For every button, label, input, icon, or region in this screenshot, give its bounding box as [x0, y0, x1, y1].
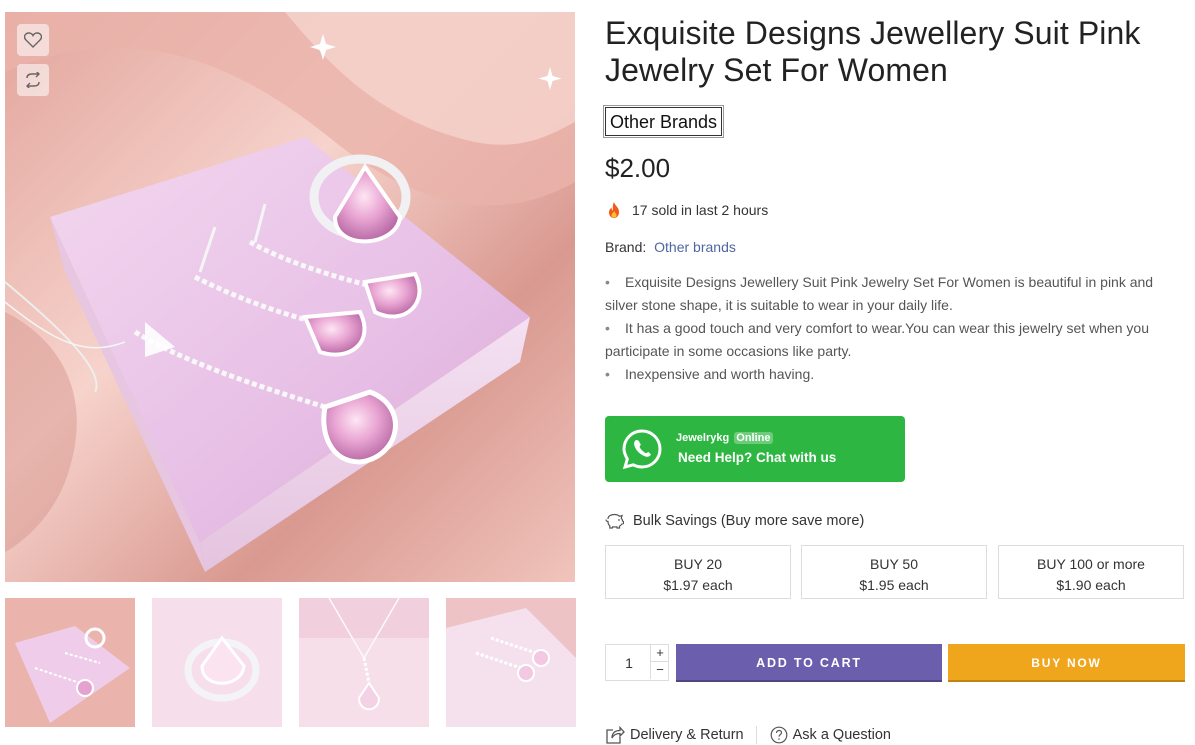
bullet: •	[605, 320, 610, 336]
thumbnail-2[interactable]	[152, 598, 282, 727]
compare-button[interactable]	[17, 64, 49, 96]
buy-now-button[interactable]: BUY NOW	[948, 644, 1185, 682]
thumbnail-strip	[5, 598, 576, 728]
share-box-icon	[606, 726, 625, 744]
jewelry-photo	[5, 12, 575, 582]
whatsapp-cta: Need Help? Chat with us	[678, 450, 837, 465]
question-circle-icon	[770, 726, 788, 744]
brand-line: Brand: Other brands	[605, 239, 1185, 259]
delivery-return-link[interactable]: Delivery & Return	[605, 726, 744, 744]
description-item: • Inexpensive and worth having.	[605, 363, 1180, 386]
thumbnail-4[interactable]	[446, 598, 576, 727]
thumbnail-1[interactable]	[5, 598, 135, 727]
thumbnail-3[interactable]	[299, 598, 429, 727]
whatsapp-chat-button[interactable]: Jewelrykg Online Need Help? Chat with us	[605, 416, 905, 482]
brand-label: Brand:	[605, 239, 647, 255]
brand-tag[interactable]: Other Brands	[602, 105, 725, 138]
piggy-bank-icon	[605, 513, 624, 529]
bulk-tier-50[interactable]: BUY 50 $1.95 each	[801, 545, 987, 599]
description-item: • Exquisite Designs Jewellery Suit Pink J…	[605, 271, 1180, 317]
online-badge: Online	[734, 432, 773, 444]
wishlist-button[interactable]	[17, 24, 49, 56]
bulk-tiers: BUY 20 $1.97 each BUY 50 $1.95 each BUY …	[605, 545, 1185, 599]
product-title: Exquisite Designs Jewellery Suit Pink Je…	[605, 15, 1141, 88]
quantity-stepper: + −	[605, 644, 669, 681]
sold-counter: 17 sold in last 2 hours	[605, 200, 1185, 220]
bulk-savings-title: Bulk Savings (Buy more save more)	[605, 512, 864, 529]
compare-icon	[26, 72, 40, 88]
fire-icon	[609, 202, 619, 218]
product-links: Delivery & Return Ask a Question	[605, 724, 891, 745]
main-product-image[interactable]	[5, 12, 575, 582]
description-item: • It has a good touch and very comfort to…	[605, 317, 1180, 363]
link-divider	[755, 726, 757, 744]
quantity-increase-button[interactable]: +	[650, 645, 669, 662]
product-description: • Exquisite Designs Jewellery Suit Pink J…	[605, 271, 1180, 386]
bullet: •	[605, 366, 610, 382]
whatsapp-icon	[622, 429, 662, 470]
quantity-input[interactable]	[607, 646, 651, 679]
bulk-tier-100[interactable]: BUY 100 or more $1.90 each	[998, 545, 1184, 599]
product-info: Exquisite Designs Jewellery Suit Pink Je…	[602, 12, 1185, 744]
bulk-tier-20[interactable]: BUY 20 $1.97 each	[605, 545, 791, 599]
sold-text: 17 sold in last 2 hours	[632, 202, 769, 218]
product-price: $2.00	[605, 153, 671, 183]
brand-link[interactable]: Other brands	[654, 239, 736, 255]
add-to-cart-button[interactable]: ADD TO CART	[676, 644, 942, 682]
quantity-decrease-button[interactable]: −	[650, 662, 669, 679]
whatsapp-agent: Jewelrykg Online	[676, 432, 773, 444]
ask-question-link[interactable]: Ask a Question	[770, 726, 891, 744]
bullet: •	[605, 274, 610, 290]
heart-icon	[24, 32, 42, 48]
